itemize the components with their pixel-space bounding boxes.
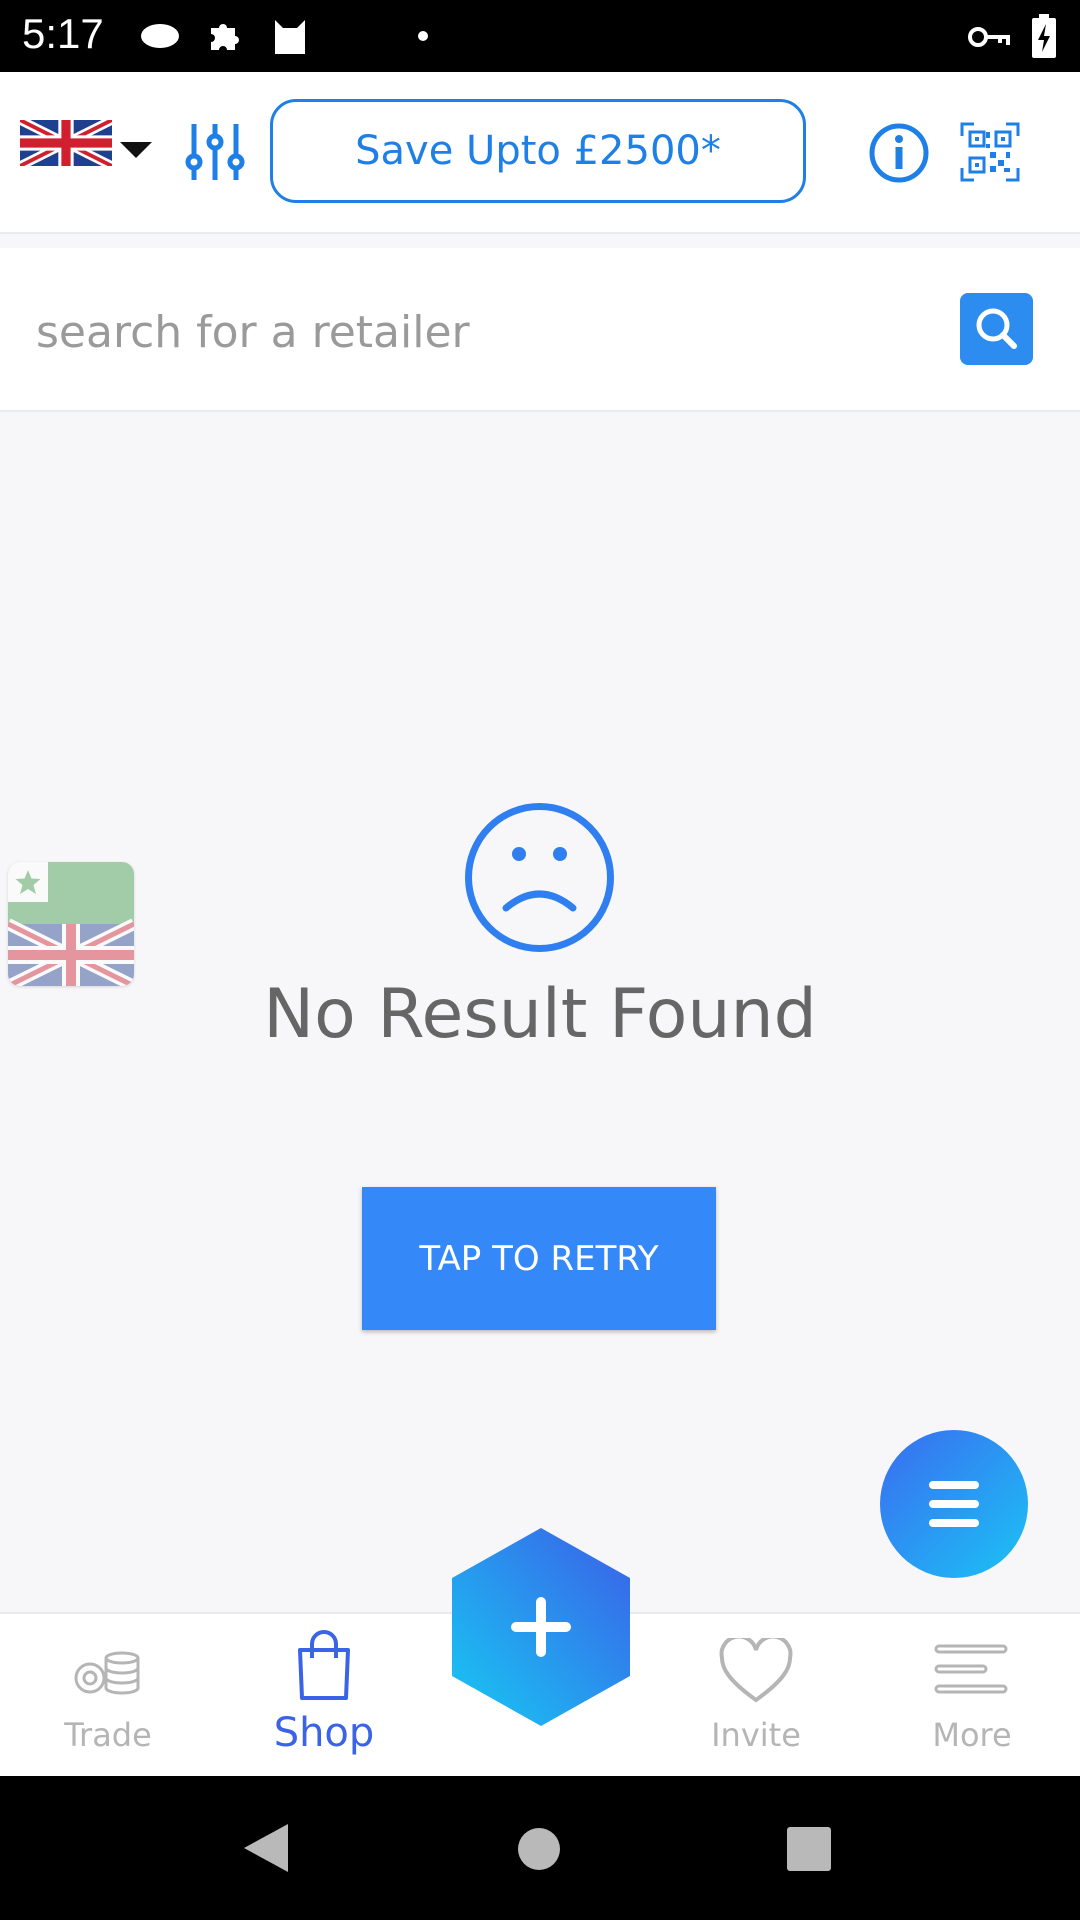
search-icon xyxy=(976,308,1017,349)
cloud-icon xyxy=(141,24,179,48)
nav-item-shop[interactable]: Shop xyxy=(216,1614,432,1778)
nav-label-shop: Shop xyxy=(273,1710,375,1756)
country-flag-badge[interactable] xyxy=(8,862,134,986)
esperanto-uk-flag-icon xyxy=(8,862,134,986)
uk-flag-icon xyxy=(20,120,112,166)
sad-face-icon xyxy=(465,803,614,952)
notification-dot-icon xyxy=(418,31,428,41)
filter-sliders-icon[interactable] xyxy=(184,120,246,184)
top-bar: Save Upto £2500* xyxy=(0,72,1080,234)
add-button[interactable] xyxy=(450,1526,632,1728)
menu-icon xyxy=(929,1481,979,1527)
more-lines-icon xyxy=(934,1644,1008,1694)
coins-icon xyxy=(74,1651,140,1695)
qr-code-icon[interactable] xyxy=(960,122,1020,182)
nav-item-invite[interactable]: Invite xyxy=(648,1614,864,1778)
save-upto-button[interactable]: Save Upto £2500* xyxy=(270,99,806,203)
tap-to-retry-button[interactable]: TAP TO RETRY xyxy=(362,1187,716,1330)
heart-icon xyxy=(719,1638,793,1703)
shopping-bag-icon xyxy=(298,1630,350,1700)
cat-icon xyxy=(275,20,305,54)
recents-icon[interactable] xyxy=(786,1826,832,1872)
chevron-down-icon xyxy=(120,142,152,158)
home-icon[interactable] xyxy=(516,1826,562,1872)
vpn-key-icon xyxy=(968,27,1010,47)
system-navigation-bar xyxy=(0,1776,1080,1920)
status-bar: 5:17 xyxy=(0,0,1080,72)
status-time: 5:17 xyxy=(22,10,104,57)
country-selector[interactable] xyxy=(20,120,152,170)
nav-item-more[interactable]: More xyxy=(864,1614,1080,1778)
no-result-message: No Result Found xyxy=(263,975,817,1054)
search-button[interactable] xyxy=(960,293,1033,365)
info-icon[interactable] xyxy=(868,122,930,184)
nav-label-invite: Invite xyxy=(711,1716,801,1754)
battery-charging-icon xyxy=(1032,14,1056,58)
back-icon[interactable] xyxy=(242,1822,290,1874)
nav-item-trade[interactable]: Trade xyxy=(0,1614,216,1778)
puzzle-icon xyxy=(211,24,239,50)
search-input[interactable] xyxy=(34,296,918,368)
search-bar xyxy=(0,248,1080,412)
floating-menu-button[interactable] xyxy=(880,1430,1028,1578)
nav-label-more: More xyxy=(932,1716,1012,1754)
nav-label-trade: Trade xyxy=(64,1716,152,1754)
